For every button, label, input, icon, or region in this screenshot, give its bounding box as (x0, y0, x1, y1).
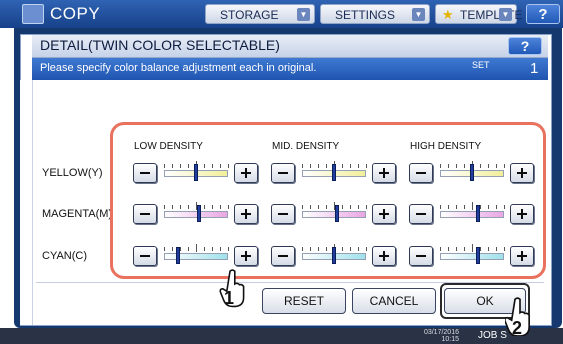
cancel-button[interactable]: CANCEL (352, 288, 436, 314)
tab-settings[interactable]: SETTINGS ▼ (320, 4, 430, 24)
chevron-down-icon: ▼ (499, 8, 512, 21)
tab-settings-label: SETTINGS (335, 8, 396, 22)
reset-button[interactable]: RESET (262, 288, 346, 314)
job-status-button[interactable]: JOB S (478, 330, 507, 341)
step-callout-2: 2 (512, 318, 523, 338)
time-text: 10:15 (441, 336, 459, 343)
dialog-left-stripe (20, 80, 33, 325)
help-button-top[interactable]: ? (526, 4, 560, 24)
copy-app-icon (22, 4, 44, 24)
app-title: COPY (50, 4, 101, 23)
tab-template[interactable]: ★ TEMPLATE ▼ (435, 4, 522, 24)
row-label-magenta: MAGENTA(M) (42, 208, 113, 220)
help-button-dialog[interactable]: ? (508, 37, 542, 55)
instruction-text: Please specify color balance adjustment … (40, 62, 317, 74)
tab-storage-label: STORAGE (220, 8, 279, 22)
chevron-down-icon: ▼ (412, 8, 425, 21)
highlight-callout (110, 122, 546, 279)
star-icon: ★ (442, 7, 454, 22)
date-text: 03/17/2016 (423, 329, 459, 336)
datetime-display: 03/17/2016 10:15 (405, 329, 459, 343)
chevron-down-icon: ▼ (297, 8, 310, 21)
set-value: 1 (530, 60, 539, 77)
tab-template-label: TEMPLATE (460, 8, 523, 22)
dialog-title: DETAIL(TWIN COLOR SELECTABLE) (40, 37, 280, 53)
step-callout-1: 1 (224, 288, 235, 308)
row-label-yellow: YELLOW(Y) (42, 167, 103, 179)
set-label: SET (472, 60, 490, 70)
row-label-cyan: CYAN(C) (42, 250, 88, 262)
tab-storage[interactable]: STORAGE ▼ (205, 4, 315, 24)
